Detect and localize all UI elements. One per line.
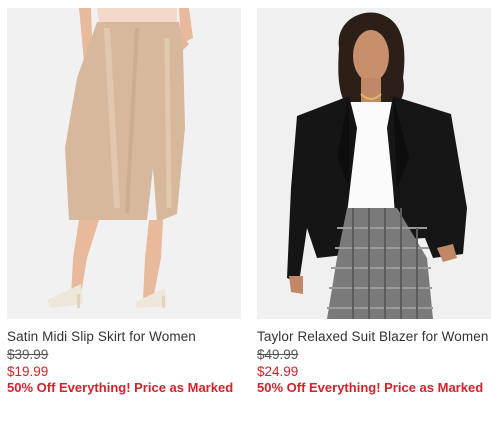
product-card[interactable]: Satin Midi Slip Skirt for Women $39.99 $…	[7, 8, 241, 396]
product-name[interactable]: Satin Midi Slip Skirt for Women	[7, 328, 241, 346]
skirt-photo	[7, 8, 241, 319]
original-price: $49.99	[257, 347, 299, 362]
blazer-photo	[257, 8, 491, 319]
product-grid: Satin Midi Slip Skirt for Women $39.99 $…	[0, 0, 498, 437]
original-price: $39.99	[7, 347, 49, 362]
sale-price: $19.99	[7, 364, 49, 379]
promo-text: 50% Off Everything! Price as Marked	[7, 380, 234, 395]
product-info: Satin Midi Slip Skirt for Women $39.99 $…	[7, 319, 241, 396]
product-info: Taylor Relaxed Suit Blazer for Women $49…	[257, 319, 491, 396]
sale-price: $24.99	[257, 364, 299, 379]
product-image-blazer[interactable]	[257, 8, 491, 319]
product-card[interactable]: Taylor Relaxed Suit Blazer for Women $49…	[257, 8, 491, 396]
promo-text: 50% Off Everything! Price as Marked	[257, 380, 484, 395]
product-name[interactable]: Taylor Relaxed Suit Blazer for Women	[257, 328, 491, 346]
product-image-skirt[interactable]	[7, 8, 241, 319]
